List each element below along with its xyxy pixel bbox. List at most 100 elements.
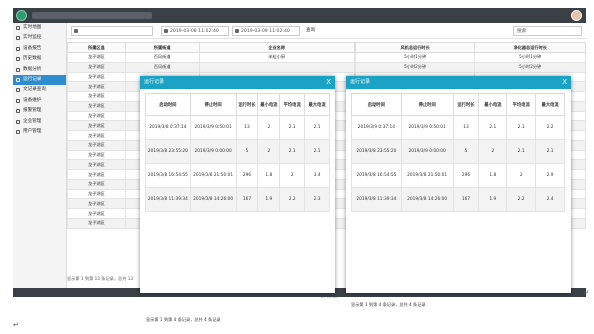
table-cell: 龙子湖区 — [67, 178, 126, 190]
query-button[interactable]: 查询 — [306, 26, 315, 36]
column-header: 启动时间 — [351, 93, 402, 116]
column-header: 停止时间 — [189, 93, 237, 116]
table-cell: 龙子湖区 — [67, 120, 126, 132]
close-icon[interactable]: X — [562, 76, 567, 89]
table-cell: 5小时1分钟 — [354, 52, 476, 63]
sidebar-item-run-records[interactable]: 运行记录 — [13, 74, 66, 86]
table-cell: 2019/3/8 0:37:14 — [145, 115, 191, 140]
map-icon — [16, 26, 20, 30]
location-select[interactable] — [71, 26, 153, 36]
sidebar-item-label: 实时监控 — [23, 35, 42, 41]
column-header: 净化器总运行时长 — [474, 42, 586, 53]
sidebar-item-history[interactable]: 历史数据 — [13, 54, 66, 64]
location-pin-icon — [74, 29, 78, 33]
table-cell: 2.1 — [304, 115, 330, 140]
table-row[interactable]: 2019/3/8 16:54:55 2019/3/8 21:50:01 296 1.8… — [145, 163, 330, 188]
table-cell: 2 — [257, 139, 281, 164]
table-row[interactable]: 2019/3/8 11:39:34 2019/3/8 14:26:00 167 1.9… — [145, 187, 330, 212]
dialog-title: 运行记录 — [350, 79, 371, 85]
column-header: 最小电流 — [478, 93, 508, 116]
table-cell: 2.1 — [478, 115, 508, 140]
table-cell: 2 — [257, 115, 281, 140]
sidebar-item-label: 用户管理 — [23, 128, 42, 134]
table-row[interactable]: 2019/3/8 0:37:14 2019/3/9 0:50:01 13 2 2.1 2.… — [145, 115, 330, 140]
table-cell: 2.2 — [535, 115, 565, 140]
table-cell: 龙子湖区 — [67, 218, 126, 229]
sidebar-item-report[interactable]: 设备报告 — [13, 44, 66, 54]
table-cell: 13 — [452, 115, 480, 140]
table-cell: 2.4 — [535, 187, 565, 212]
table-cell: 龙子湖区 — [67, 110, 126, 122]
monitor-icon — [16, 36, 20, 41]
table-cell: 2.1 — [279, 115, 306, 140]
close-icon[interactable]: X — [326, 76, 331, 89]
table-cell: 龙子湖区 — [67, 130, 126, 141]
end-time-input[interactable]: 2019-03-09 11:02:40 — [232, 26, 300, 36]
sidebar-item-label: 数据分析 — [23, 66, 42, 72]
table-row[interactable]: 2019/3/8 23:55:20 2019/3/9 0:00:00 5 2 2.1 2.… — [351, 139, 565, 164]
run-record-table-left: 启动时间 停止时间 运行时长 最小电流 平均电流 最大电流 2019/3/8 0:37:1… — [145, 93, 330, 212]
table-cell: 2.1 — [506, 139, 537, 164]
sidebar-item-enterprise[interactable]: 企业管理 — [13, 117, 66, 127]
avatar[interactable] — [571, 10, 582, 21]
sidebar-item-label: 报警管理 — [23, 108, 42, 114]
sidebar-item-monitor[interactable]: 实时监控 — [13, 33, 66, 43]
table-cell: 2019/3/8 23:55:20 — [145, 139, 191, 164]
table-cell: 龙子湖区 — [67, 91, 126, 102]
history-icon — [16, 57, 20, 62]
table-row[interactable]: 2019/3/9 0:37:14 2019/3/9 0:50:01 13 2.1 2.1… — [351, 115, 565, 140]
table-cell: 13 — [235, 115, 259, 140]
table-cell: 2.1 — [304, 139, 330, 164]
table-cell: 167 — [452, 187, 480, 212]
table-row[interactable]: 2019/3/8 23:55:20 2019/3/9 0:00:00 5 2 2.1 2.… — [145, 139, 330, 164]
table-cell: 龙子湖区 — [67, 188, 126, 200]
table-cell: 米粒小厨 — [198, 52, 355, 63]
sidebar-item-file-query[interactable]: 文记录查询 — [13, 85, 66, 95]
table-row[interactable]: 龙子湖区 百风街道 5小时2分钟 5小时2分钟 — [67, 61, 586, 73]
sidebar-item-analysis[interactable]: 数据分析 — [13, 65, 66, 75]
gear-icon — [16, 119, 20, 124]
document-icon — [16, 77, 20, 82]
sidebar-item-map[interactable]: 实时地图 — [13, 23, 66, 33]
column-header: 平均电流 — [279, 93, 306, 116]
table-cell: 龙子湖区 — [67, 139, 126, 151]
table-cell: 5 — [452, 139, 480, 164]
column-header: 所属街道 — [124, 42, 200, 53]
table-cell: 2.9 — [535, 163, 565, 188]
file-icon — [16, 88, 20, 93]
table-cell: 2019/3/8 23:55:20 — [351, 139, 402, 164]
search-input[interactable]: 搜索 — [513, 26, 582, 36]
table-cell: 2 — [279, 163, 306, 188]
top-bar — [13, 8, 586, 23]
table-cell: 2.1 — [279, 139, 306, 164]
sidebar-item-maintenance[interactable]: 设备维护 — [13, 96, 66, 106]
table-cell: 2019/3/9 0:50:01 — [400, 115, 454, 140]
bell-icon — [16, 109, 20, 114]
dialog-pagination-info: 显示第 1 到第 4 条记录，总共 4 条记录 — [351, 302, 426, 307]
table-cell: 1.8 — [478, 163, 508, 188]
filter-bar: 2019-03-08 11:02:40 2019-03-09 11:02:40 … — [67, 23, 586, 39]
table-cell: 2019/3/8 21:50:01 — [189, 163, 237, 188]
table-cell: 2 — [506, 163, 537, 188]
sidebar-item-label: 设备报告 — [23, 45, 42, 51]
start-time-input[interactable]: 2019-03-08 11:02:40 — [161, 26, 229, 36]
sidebar-item-users[interactable]: 用户管理 — [13, 127, 66, 137]
table-cell: 龙子湖区 — [67, 208, 126, 220]
table-cell: 2019/3/8 14:26:00 — [400, 187, 454, 212]
run-record-table-right: 启动时间 停止时间 运行时长 最小电流 平均电流 最大电流 2019/3/9 0:37:1… — [351, 93, 565, 212]
table-row[interactable]: 2019/3/8 11:39:34 2019/3/8 14:26:00 167 1.9… — [351, 187, 565, 212]
app-logo-icon — [16, 10, 27, 21]
table-cell: 5 — [235, 139, 259, 164]
table-row[interactable]: 龙子湖区 百风街道 米粒小厨 5小时1分钟 5小时1分钟 — [67, 52, 586, 63]
table-cell: 2.2 — [506, 187, 537, 212]
end-time-value: 2019-03-09 11:02:40 — [241, 29, 290, 34]
table-cell: 百风街道 — [124, 61, 200, 73]
sidebar: 实时地图 实时监控 设备报告 历史数据 数据分析 运行记录 文记录查询 设备维护… — [13, 23, 67, 288]
sidebar-item-alarms[interactable]: 报警管理 — [13, 106, 66, 116]
table-cell: 2019/3/9 0:50:01 — [189, 115, 237, 140]
column-header: 启动时间 — [145, 93, 191, 116]
wrench-icon — [16, 98, 20, 103]
table-row[interactable]: 2019/3/8 16:54:55 2019/3/8 21:50:01 296 1.8… — [351, 163, 565, 188]
table-cell: 5小时1分钟 — [474, 52, 586, 63]
sidebar-item-label: 设备维护 — [23, 97, 42, 103]
